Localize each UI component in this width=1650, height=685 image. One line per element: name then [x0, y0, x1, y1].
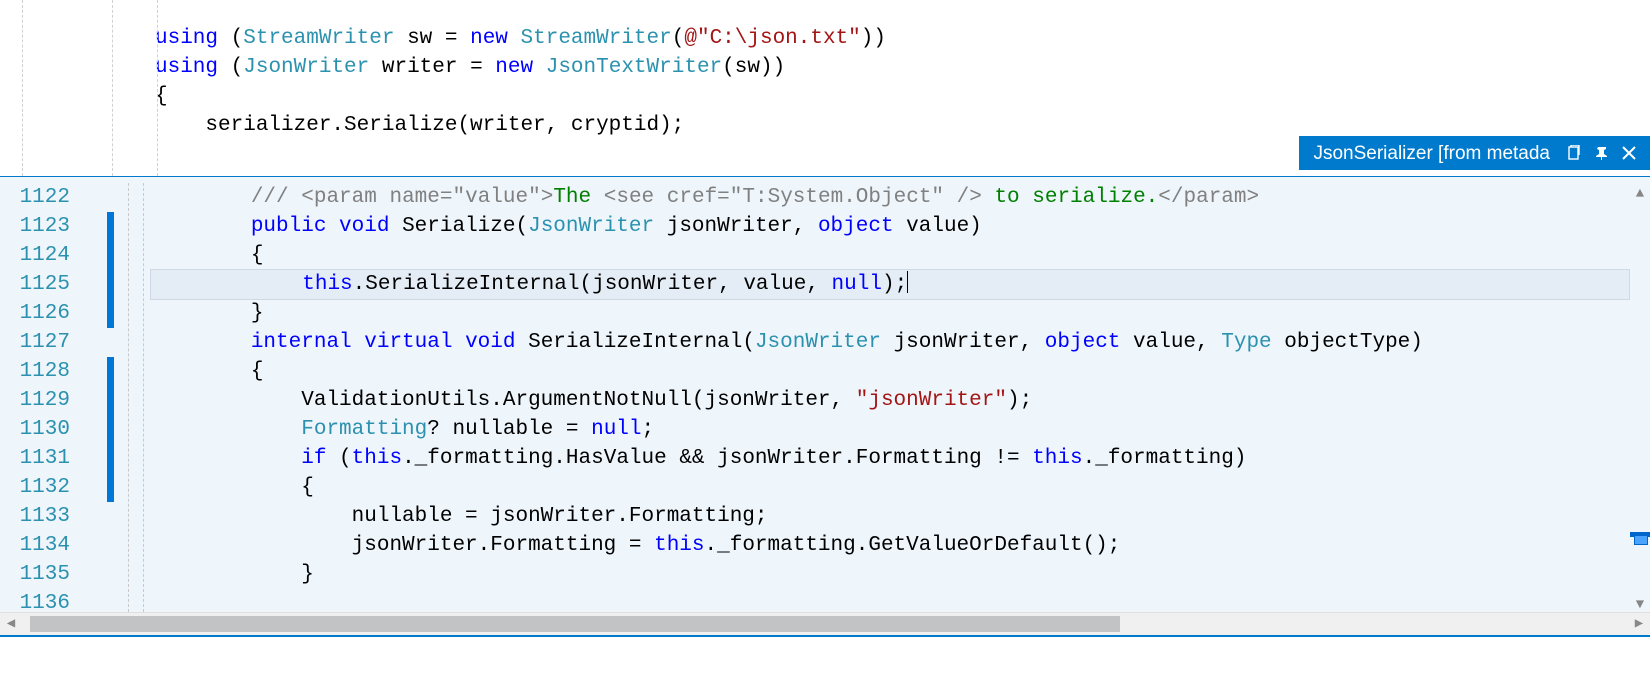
- code-line[interactable]: {: [150, 473, 1630, 502]
- horizontal-scrollbar[interactable]: ◀ ▶: [0, 612, 1650, 637]
- outlining-guide: [128, 183, 129, 612]
- code-line[interactable]: public void Serialize(JsonWriter jsonWri…: [150, 212, 1630, 241]
- change-tracking-bar: [107, 357, 114, 502]
- line-number: 1125: [0, 270, 80, 299]
- code-line[interactable]: using (StreamWriter sw = new StreamWrite…: [155, 24, 1650, 53]
- line-number: 1134: [0, 531, 80, 560]
- scroll-down-icon[interactable]: ▼: [1630, 591, 1650, 609]
- line-number: 1128: [0, 357, 80, 386]
- peek-definition-editor[interactable]: 1122112311241125112611271128112911301131…: [0, 176, 1650, 612]
- line-number: 1123: [0, 212, 80, 241]
- line-number: 1131: [0, 444, 80, 473]
- line-number: 1124: [0, 241, 80, 270]
- scroll-up-icon[interactable]: ▲: [1630, 180, 1650, 198]
- caret: [907, 271, 908, 293]
- glyph-margin: [80, 177, 120, 612]
- code-line[interactable]: }: [150, 560, 1630, 589]
- code-line[interactable]: this.SerializeInternal(jsonWriter, value…: [150, 269, 1630, 300]
- indent-guide: [22, 0, 23, 176]
- scroll-right-icon[interactable]: ▶: [1628, 613, 1650, 635]
- code-line[interactable]: if (this._formatting.HasValue && jsonWri…: [150, 444, 1630, 473]
- line-number: 1130: [0, 415, 80, 444]
- code-line[interactable]: nullable = jsonWriter.Formatting;: [150, 502, 1630, 531]
- indent-guide: [112, 0, 113, 176]
- vertical-scrollbar[interactable]: ▲ ▼: [1630, 177, 1650, 612]
- line-number: 1127: [0, 328, 80, 357]
- pin-icon[interactable]: [1588, 145, 1616, 161]
- line-number: 1129: [0, 386, 80, 415]
- peek-title: JsonSerializer [from metada: [1313, 139, 1560, 168]
- indent-guide: [157, 0, 158, 176]
- code-line[interactable]: jsonWriter.Formatting = this._formatting…: [150, 531, 1630, 560]
- code-line[interactable]: /// <param name="value">The <see cref="T…: [150, 183, 1630, 212]
- promote-to-document-icon[interactable]: [1560, 145, 1588, 161]
- code-line[interactable]: {: [155, 82, 1650, 111]
- peek-definition-header: JsonSerializer [from metada: [1299, 136, 1650, 170]
- close-icon[interactable]: [1616, 146, 1642, 160]
- code-line[interactable]: internal virtual void SerializeInternal(…: [150, 328, 1630, 357]
- line-number-gutter: 1122112311241125112611271128112911301131…: [0, 177, 80, 612]
- indent-guide: [143, 183, 144, 612]
- line-number: 1122: [0, 183, 80, 212]
- code-line[interactable]: Formatting? nullable = null;: [150, 415, 1630, 444]
- code-line[interactable]: ValidationUtils.ArgumentNotNull(jsonWrit…: [150, 386, 1630, 415]
- bottom-code-block[interactable]: /// <param name="value">The <see cref="T…: [150, 183, 1630, 589]
- top-code-editor[interactable]: using (StreamWriter sw = new StreamWrite…: [0, 0, 1650, 176]
- code-line[interactable]: using (JsonWriter writer = new JsonTextW…: [155, 53, 1650, 82]
- line-number: 1132: [0, 473, 80, 502]
- code-line[interactable]: }: [150, 299, 1630, 328]
- top-code-block[interactable]: using (StreamWriter sw = new StreamWrite…: [0, 24, 1650, 140]
- change-tracking-bar: [107, 212, 114, 328]
- line-number: 1126: [0, 299, 80, 328]
- scroll-left-icon[interactable]: ◀: [0, 613, 22, 635]
- horizontal-scroll-thumb[interactable]: [30, 616, 1120, 632]
- code-line[interactable]: {: [150, 241, 1630, 270]
- code-line[interactable]: {: [150, 357, 1630, 386]
- overview-caret-mark: [1634, 535, 1648, 545]
- line-number: 1133: [0, 502, 80, 531]
- line-number: 1135: [0, 560, 80, 589]
